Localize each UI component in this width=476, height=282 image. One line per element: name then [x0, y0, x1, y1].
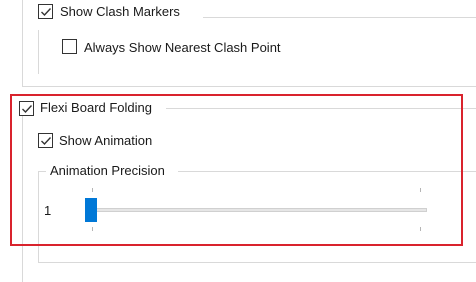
clash-group-left-border: [22, 0, 23, 86]
always-show-nearest-checkbox[interactable]: [62, 39, 77, 54]
slider-tick-bottom-min: [92, 227, 93, 231]
slider-tick-bottom-max: [420, 227, 421, 231]
checkmark-icon: [41, 137, 52, 146]
flexi-board-folding-label: Flexi Board Folding: [40, 100, 152, 115]
checkmark-icon: [41, 8, 52, 17]
clash-group-top-border: [203, 17, 476, 18]
show-animation-checkbox[interactable]: [38, 133, 53, 148]
clash-subgroup-left-border: [38, 30, 39, 74]
always-show-nearest-label: Always Show Nearest Clash Point: [84, 40, 281, 55]
flexi-group-top-border: [166, 108, 476, 109]
precision-group-top-border-right: [178, 171, 476, 172]
slider-tick-top-max: [420, 188, 421, 192]
slider-tick-top-min: [92, 188, 93, 192]
show-clash-markers-label: Show Clash Markers: [60, 4, 180, 19]
animation-precision-title: Animation Precision: [50, 163, 165, 178]
show-clash-markers-checkbox[interactable]: [38, 4, 53, 19]
flexi-board-folding-checkbox[interactable]: [19, 101, 34, 116]
animation-precision-value: 1: [44, 203, 52, 218]
clash-group-bottom-border: [22, 86, 476, 87]
checkmark-icon: [22, 105, 33, 114]
precision-group-bottom-border: [38, 262, 476, 263]
precision-group-top-border-left: [38, 171, 46, 172]
precision-group-left-border: [38, 171, 39, 262]
show-animation-label: Show Animation: [59, 133, 153, 148]
flexi-group-left-border: [22, 109, 23, 282]
slider-track[interactable]: [86, 208, 427, 212]
slider-thumb[interactable]: [85, 198, 97, 222]
